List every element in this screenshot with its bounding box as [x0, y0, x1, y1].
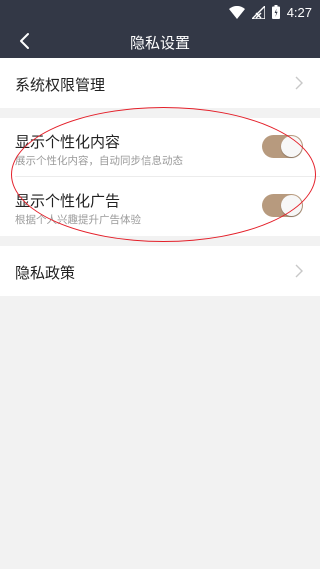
personalized-content-row: 显示个性化内容 展示个性化内容，自动同步信息动态: [0, 118, 320, 176]
privacy-policy-label: 隐私政策: [15, 264, 76, 282]
wifi-icon: [228, 5, 245, 19]
toggle-knob: [281, 195, 302, 216]
system-permissions-section: 系统权限管理: [0, 58, 320, 108]
cell-signal-icon: [251, 5, 265, 19]
personalized-content-toggle[interactable]: [262, 135, 303, 158]
system-permissions-row[interactable]: 系统权限管理: [0, 58, 320, 108]
personalization-section: 显示个性化内容 展示个性化内容，自动同步信息动态 显示个性化广告 根据个人兴趣提…: [0, 118, 320, 236]
page-title: 隐私设置: [129, 34, 190, 52]
personalized-content-description: 展示个性化内容，自动同步信息动态: [15, 155, 183, 167]
status-icons: 4:27: [228, 3, 312, 21]
system-permissions-label: 系统权限管理: [15, 76, 106, 94]
status-time: 4:27: [286, 4, 312, 20]
chevron-right-icon: [295, 264, 303, 278]
personalized-ads-description: 根据个人兴趣提升广告体验: [15, 214, 141, 226]
personalized-ads-label: 显示个性化广告: [15, 192, 121, 210]
app-header: 隐私设置: [0, 24, 320, 58]
privacy-policy-row[interactable]: 隐私政策: [0, 246, 320, 296]
personalized-ads-toggle[interactable]: [262, 194, 303, 217]
privacy-policy-section: 隐私政策: [0, 246, 320, 296]
personalized-ads-row: 显示个性化广告 根据个人兴趣提升广告体验: [0, 177, 320, 236]
toggle-knob: [281, 136, 302, 157]
chevron-right-icon: [295, 76, 303, 90]
personalized-content-label: 显示个性化内容: [15, 133, 121, 151]
status-bar: 4:27: [0, 0, 320, 24]
battery-icon: [271, 5, 280, 19]
